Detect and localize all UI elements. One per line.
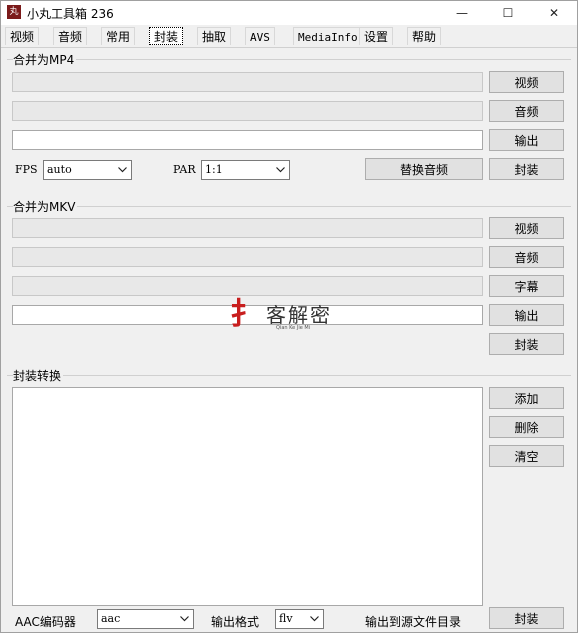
mp4-output-path-field[interactable]: [12, 130, 483, 150]
title-bar: 丸 小丸工具箱 236 — ☐ ✕: [1, 1, 577, 25]
clear-button[interactable]: 清空: [489, 445, 564, 467]
mkv-video-button[interactable]: 视频: [489, 217, 564, 239]
tab-avs-label: AVS: [250, 31, 270, 44]
tab-mux[interactable]: 封装: [149, 27, 184, 45]
mkv-group: [7, 206, 571, 207]
tab-help[interactable]: 帮助: [407, 27, 442, 45]
tab-mediainfo[interactable]: MediaInfo: [293, 27, 363, 45]
par-select[interactable]: 1:1: [201, 160, 290, 180]
tab-strip: 视频 音频 常用 封装 抽取 AVS MediaInfo 设置 帮助: [1, 27, 577, 48]
delete-button[interactable]: 删除: [489, 416, 564, 438]
fps-label: FPS: [15, 163, 38, 176]
watermark-text: 客解密: [266, 303, 332, 327]
mp4-video-path-field[interactable]: [12, 72, 483, 92]
tab-video[interactable]: 视频: [5, 27, 40, 45]
convert-group: [7, 375, 571, 376]
tab-audio[interactable]: 音频: [53, 27, 88, 45]
main-window: 丸 小丸工具箱 236 — ☐ ✕ 视频 音频 常用 封装 抽取 AVS Med…: [0, 0, 578, 633]
mkv-video-path-field[interactable]: [12, 218, 483, 238]
par-label: PAR: [173, 163, 196, 176]
aac-encoder-select[interactable]: aac: [97, 609, 194, 629]
file-list[interactable]: [12, 387, 483, 606]
convert-group-label: 封装转换: [13, 367, 64, 384]
mp4-mux-button[interactable]: 封装: [489, 158, 564, 180]
mkv-group-label: 合并为MKV: [13, 198, 78, 215]
mkv-audio-path-field[interactable]: [12, 247, 483, 267]
mp4-audio-button[interactable]: 音频: [489, 100, 564, 122]
maximize-button[interactable]: ☐: [485, 1, 531, 25]
mkv-subtitle-path-field[interactable]: [12, 276, 483, 296]
chevron-down-icon: [115, 161, 129, 179]
aac-encoder-label: AAC编码器: [15, 615, 76, 629]
output-to-source-label[interactable]: 输出到源文件目录: [365, 613, 461, 630]
mp4-video-button[interactable]: 视频: [489, 71, 564, 93]
aac-encoder-value: aac: [101, 612, 121, 625]
tab-mediainfo-label: MediaInfo: [298, 31, 358, 44]
fps-select[interactable]: auto: [43, 160, 132, 180]
output-format-value: flv: [279, 612, 293, 625]
tab-avs[interactable]: AVS: [245, 27, 275, 45]
mkv-subtitle-button[interactable]: 字幕: [489, 275, 564, 297]
window-title: 小丸工具箱 236: [27, 7, 114, 21]
watermark-mark: 扌: [230, 297, 260, 332]
tab-settings[interactable]: 设置: [359, 27, 394, 45]
watermark-logo: 扌 客解密 Qian Ke Jie Mi: [230, 297, 352, 335]
replace-audio-button[interactable]: 替换音频: [365, 158, 483, 180]
add-button[interactable]: 添加: [489, 387, 564, 409]
output-format-label: 输出格式: [211, 615, 260, 629]
output-format-select[interactable]: flv: [275, 609, 324, 629]
mp4-audio-path-field[interactable]: [12, 101, 483, 121]
chevron-down-icon: [177, 610, 191, 628]
minimize-button[interactable]: —: [439, 1, 485, 25]
tab-extract[interactable]: 抽取: [197, 27, 232, 45]
chevron-down-icon: [273, 161, 287, 179]
watermark-subtext: Qian Ke Jie Mi: [276, 325, 311, 331]
mkv-audio-button[interactable]: 音频: [489, 246, 564, 268]
mkv-output-button[interactable]: 输出: [489, 304, 564, 326]
close-button[interactable]: ✕: [531, 1, 577, 25]
mkv-mux-button[interactable]: 封装: [489, 333, 564, 355]
app-icon: 丸: [7, 5, 21, 19]
tab-common[interactable]: 常用: [101, 27, 136, 45]
mp4-output-button[interactable]: 输出: [489, 129, 564, 151]
mp4-group-label: 合并为MP4: [13, 51, 77, 68]
par-select-value: 1:1: [205, 163, 223, 176]
convert-mux-button[interactable]: 封装: [489, 607, 564, 629]
fps-select-value: auto: [47, 163, 72, 176]
mp4-group: [7, 59, 571, 60]
chevron-down-icon: [307, 610, 321, 628]
